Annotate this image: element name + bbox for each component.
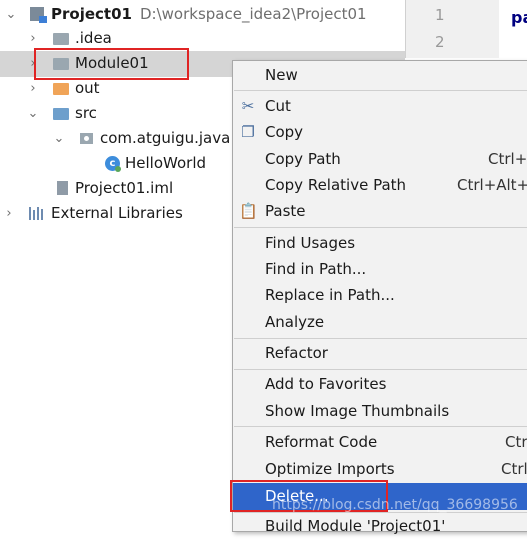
menu-label: Find in Path... bbox=[265, 260, 367, 278]
tree-item-label: Project01.iml bbox=[75, 179, 174, 197]
folder-icon bbox=[53, 33, 69, 45]
tree-item-label: HelloWorld bbox=[125, 154, 207, 172]
menu-label: New bbox=[265, 66, 298, 84]
libraries-icon bbox=[29, 207, 45, 220]
menu-label: Paste bbox=[265, 202, 306, 220]
menu-label: Copy Relative Path bbox=[265, 176, 407, 194]
tree-item-label: out bbox=[75, 79, 100, 97]
code-text: pa bbox=[511, 8, 527, 27]
menu-label: Reformat Code bbox=[265, 433, 378, 451]
menu-label: Copy bbox=[265, 123, 304, 141]
menu-label: Analyze bbox=[265, 313, 325, 331]
menu-item-find-in-path[interactable]: Find in Path... bbox=[233, 257, 527, 282]
menu-label: Replace in Path... bbox=[265, 286, 395, 304]
watermark-text: https://blog.csdn.net/qq_36698956 bbox=[272, 497, 518, 513]
menu-label: Cut bbox=[265, 97, 291, 115]
project-path: D:\workspace_idea2\Project01 bbox=[140, 5, 367, 23]
source-folder-icon bbox=[53, 108, 69, 120]
menu-item-build-module[interactable]: Build Module 'Project01' bbox=[233, 514, 527, 539]
project-name: Project01 bbox=[51, 5, 132, 23]
menu-item-analyze[interactable]: Analyze bbox=[233, 310, 527, 335]
line-number: 1 bbox=[435, 6, 445, 24]
chevron-down-icon[interactable]: ⌄ bbox=[27, 101, 39, 126]
menu-separator bbox=[234, 369, 527, 370]
menu-item-cut[interactable]: ✂ Cut bbox=[233, 94, 527, 119]
menu-item-optimize-imports[interactable]: Optimize Imports Ctrl bbox=[233, 457, 527, 482]
menu-separator bbox=[234, 90, 527, 91]
copy-icon: ❐ bbox=[241, 123, 255, 141]
tree-item-label: com.atguigu.java bbox=[100, 129, 231, 147]
menu-item-find-usages[interactable]: Find Usages bbox=[233, 231, 527, 256]
chevron-down-icon[interactable]: ⌄ bbox=[53, 126, 65, 151]
menu-item-paste[interactable]: 📋 Paste bbox=[233, 199, 527, 224]
menu-item-show-image-thumbnails[interactable]: Show Image Thumbnails bbox=[233, 399, 527, 424]
chevron-right-icon[interactable]: › bbox=[27, 76, 39, 101]
scissors-icon: ✂ bbox=[241, 97, 255, 115]
menu-separator bbox=[234, 338, 527, 339]
menu-shortcut: Ctr bbox=[505, 433, 527, 451]
menu-separator bbox=[234, 426, 527, 427]
menu-label: Optimize Imports bbox=[265, 460, 395, 478]
iml-file-icon bbox=[57, 181, 68, 195]
package-icon bbox=[80, 133, 93, 144]
menu-separator bbox=[234, 227, 527, 228]
menu-item-copy-relative-path[interactable]: Copy Relative Path Ctrl+Alt+ bbox=[233, 173, 527, 198]
menu-item-replace-in-path[interactable]: Replace in Path... bbox=[233, 283, 527, 308]
tree-item-label: External Libraries bbox=[51, 204, 183, 222]
line-number: 2 bbox=[435, 33, 445, 51]
tree-item-label: src bbox=[75, 104, 97, 122]
menu-label: Refactor bbox=[265, 344, 328, 362]
menu-label: Copy Path bbox=[265, 150, 341, 168]
project-folder-icon bbox=[30, 7, 47, 23]
menu-item-add-to-favorites[interactable]: Add to Favorites bbox=[233, 372, 527, 397]
menu-shortcut: Ctrl+Alt+ bbox=[457, 176, 527, 194]
menu-shortcut: Ctrl bbox=[501, 460, 527, 478]
menu-label: Build Module 'Project01' bbox=[265, 517, 446, 535]
highlight-box-module bbox=[34, 48, 189, 80]
menu-label: Add to Favorites bbox=[265, 375, 387, 393]
chevron-down-icon[interactable]: ⌄ bbox=[5, 2, 17, 27]
menu-item-refactor[interactable]: Refactor bbox=[233, 341, 527, 366]
menu-item-new[interactable]: New bbox=[233, 63, 527, 88]
context-menu: New ✂ Cut ❐ Copy Copy Path Ctrl+ Copy Re… bbox=[232, 60, 527, 535]
paste-icon: 📋 bbox=[239, 202, 258, 220]
java-class-icon: c bbox=[105, 156, 121, 172]
menu-label: Find Usages bbox=[265, 234, 356, 252]
menu-shortcut: Ctrl+ bbox=[488, 150, 527, 168]
chevron-right-icon[interactable]: › bbox=[3, 201, 15, 226]
menu-label: Show Image Thumbnails bbox=[265, 402, 450, 420]
menu-item-reformat-code[interactable]: Reformat Code Ctr bbox=[233, 430, 527, 455]
menu-item-copy-path[interactable]: Copy Path Ctrl+ bbox=[233, 147, 527, 172]
menu-item-copy[interactable]: ❐ Copy bbox=[233, 120, 527, 145]
folder-icon bbox=[53, 83, 69, 95]
